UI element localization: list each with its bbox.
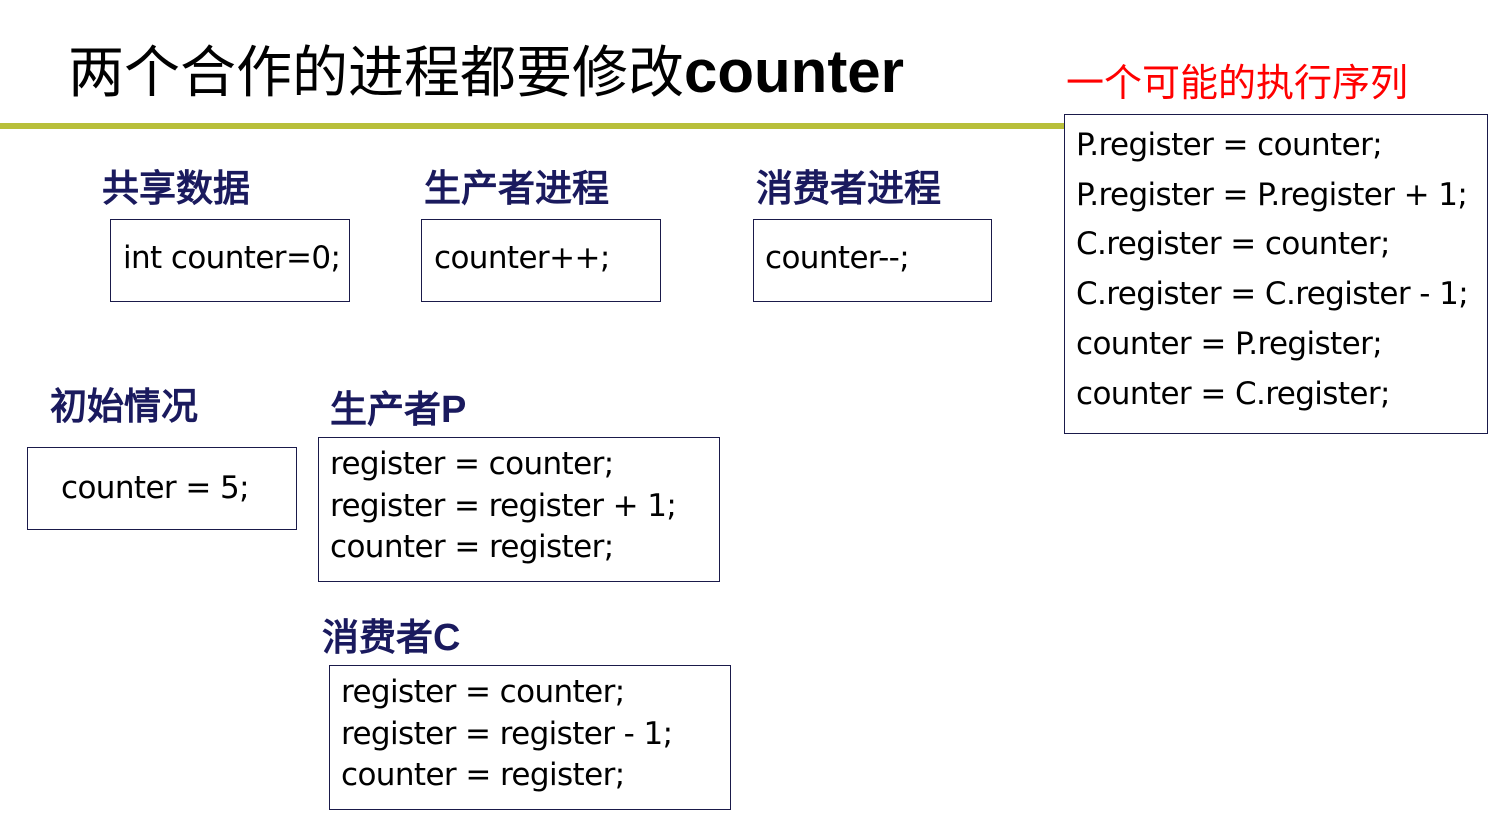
slide-title: 两个合作的进程都要修改counter <box>68 32 904 114</box>
producer-p-label: 生产者P <box>330 386 466 434</box>
sequence-box: P.register = counter; P.register = P.reg… <box>1064 114 1488 434</box>
consumer-c-line: counter = register; <box>341 757 625 793</box>
slide-title-cjk: 两个合作的进程都要修改 <box>68 41 684 106</box>
producer-p-label-cjk: 生产者 <box>330 388 441 431</box>
sequence-heading: 一个可能的执行序列 <box>1066 61 1409 105</box>
consumer-process-code: counter--; <box>765 240 910 276</box>
producer-process-box: counter++; <box>421 219 661 302</box>
shared-data-box: int counter=0; <box>110 219 350 302</box>
sequence-line: C.register = counter; <box>1076 226 1390 263</box>
consumer-c-label: 消费者C <box>322 614 460 662</box>
producer-p-label-latin: P <box>441 389 467 431</box>
slide-title-latin: counter <box>684 38 905 105</box>
producer-p-box: register = counter; register = register … <box>318 437 720 582</box>
shared-data-label: 共享数据 <box>102 167 250 210</box>
consumer-process-box: counter--; <box>753 219 992 302</box>
consumer-c-code: register = counter; register = register … <box>341 672 673 797</box>
title-underline <box>0 123 1064 129</box>
sequence-line: counter = P.register; <box>1076 325 1383 362</box>
consumer-c-label-latin: C <box>433 617 461 659</box>
producer-p-line: counter = register; <box>330 529 614 565</box>
shared-data-code: int counter=0; <box>123 240 341 276</box>
consumer-c-box: register = counter; register = register … <box>329 665 731 810</box>
consumer-process-label: 消费者进程 <box>756 167 941 210</box>
sequence-line: P.register = P.register + 1; <box>1076 176 1468 213</box>
sequence-line: C.register = C.register - 1; <box>1076 276 1469 313</box>
initial-state-code: counter = 5; <box>61 470 250 506</box>
producer-p-line: register = counter; <box>330 446 614 482</box>
sequence-line: P.register = counter; <box>1076 127 1383 163</box>
producer-p-code: register = counter; register = register … <box>330 444 677 569</box>
sequence-line: counter = C.register; <box>1076 375 1390 412</box>
initial-state-label: 初始情况 <box>50 385 198 428</box>
consumer-c-line: register = counter; <box>341 674 625 710</box>
consumer-c-line: register = register - 1; <box>341 715 673 752</box>
consumer-c-label-cjk: 消费者 <box>322 616 433 659</box>
producer-process-code: counter++; <box>434 240 610 276</box>
initial-state-box: counter = 5; <box>27 447 297 530</box>
producer-p-line: register = register + 1; <box>330 487 677 524</box>
producer-process-label: 生产者进程 <box>424 167 609 210</box>
